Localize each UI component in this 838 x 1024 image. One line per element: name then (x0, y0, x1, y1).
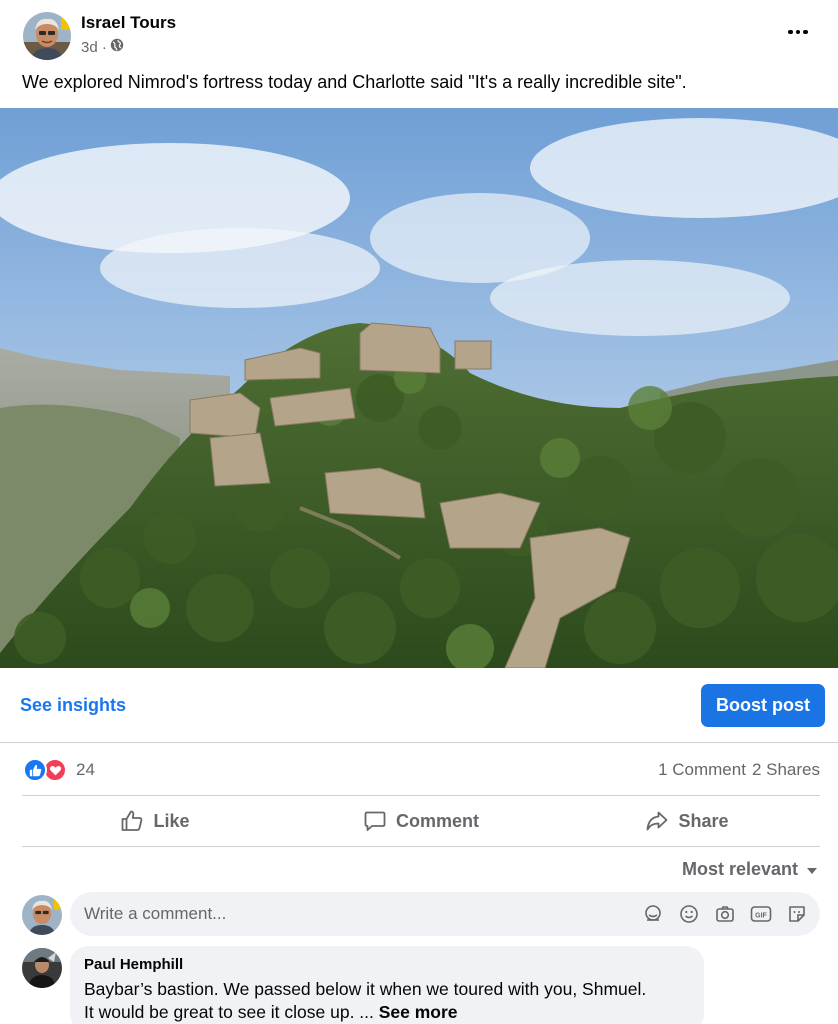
comment-line-1: Baybar’s bastion. We passed below it whe… (84, 979, 647, 999)
caret-down-icon (806, 859, 818, 880)
composer-icons: GIF (642, 903, 808, 925)
thumbs-up-icon (120, 809, 144, 833)
more-options-button[interactable] (786, 22, 810, 42)
see-insights-link[interactable]: See insights (20, 695, 126, 716)
post-meta: 3d · (81, 38, 124, 56)
sort-label: Most relevant (681, 859, 798, 879)
sticker-icon[interactable] (786, 903, 808, 925)
reaction-count: 24 (76, 760, 95, 779)
share-label: Share (678, 810, 729, 831)
share-button[interactable]: Share (554, 796, 820, 846)
comment-icon (363, 809, 387, 833)
share-icon (645, 809, 669, 833)
like-reaction-icon (23, 758, 47, 782)
like-button[interactable]: Like (22, 796, 288, 846)
emoji-icon[interactable] (678, 903, 700, 925)
user-avatar[interactable] (22, 895, 62, 935)
comment-bubble: Paul Hemphill Baybar’s bastion. We passe… (70, 946, 704, 1024)
author-name[interactable]: Israel Tours (81, 13, 176, 33)
globe-icon (110, 38, 124, 56)
avatar-sticker-icon[interactable] (642, 903, 664, 925)
comment-button[interactable]: Comment (288, 796, 554, 846)
action-bar: Like Comment Share (22, 796, 820, 846)
comment-input[interactable] (84, 892, 624, 936)
commenter-avatar[interactable] (22, 948, 62, 988)
comment-line-2: It would be great to see it close up. ..… (84, 1002, 379, 1022)
page-avatar[interactable] (23, 12, 71, 60)
post-text: We explored Nimrod's fortress today and … (22, 72, 687, 92)
divider (22, 846, 820, 847)
gif-icon[interactable]: GIF (750, 903, 772, 925)
more-horizontal-icon (788, 29, 793, 35)
divider (0, 742, 838, 743)
comment-composer: GIF (70, 892, 820, 936)
boost-post-button[interactable]: Boost post (701, 684, 825, 727)
camera-icon[interactable] (714, 903, 736, 925)
like-label: Like (153, 810, 190, 831)
see-more-link[interactable]: See more (379, 1002, 458, 1022)
post-photo[interactable] (0, 108, 838, 668)
svg-text:GIF: GIF (755, 913, 767, 920)
more-dot (803, 29, 808, 35)
comments-count[interactable]: 1 Comment (658, 760, 746, 780)
commenter-name[interactable]: Paul Hemphill (84, 956, 690, 973)
shares-count[interactable]: 2 Shares (752, 760, 820, 780)
engagement-stats: 1 Comment 2 Shares (658, 760, 820, 780)
comment-sort-dropdown[interactable]: Most relevant (682, 859, 818, 880)
post-time[interactable]: 3d · (81, 39, 107, 56)
reactions-summary[interactable]: 24 (23, 757, 95, 783)
comment-label: Comment (395, 810, 479, 831)
more-dot (795, 29, 801, 35)
comment-text: Baybar’s bastion. We passed below it whe… (84, 978, 690, 1024)
post-header: Israel Tours 3d · (0, 0, 838, 70)
